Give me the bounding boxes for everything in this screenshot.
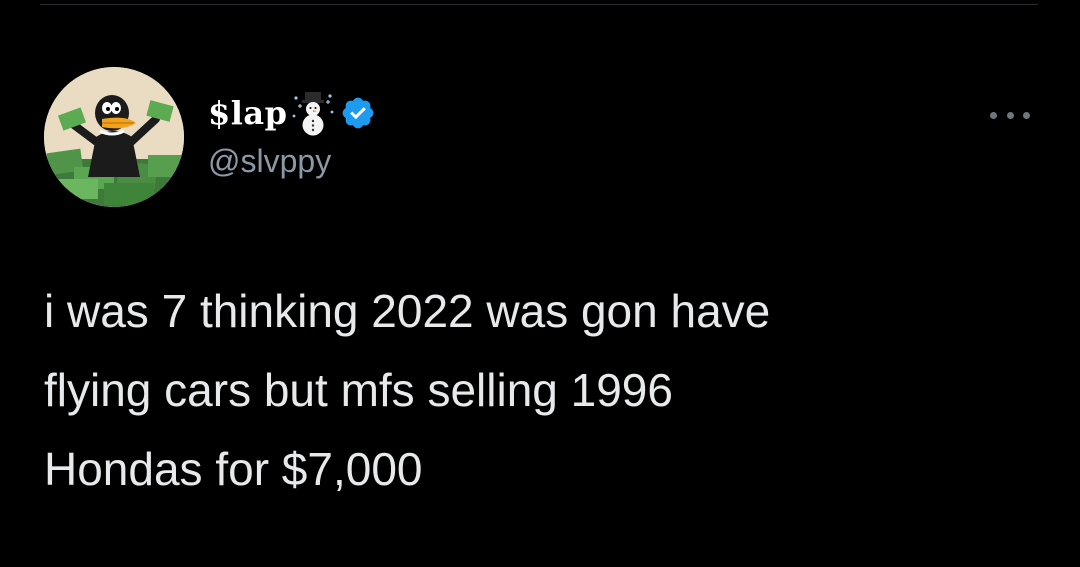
tweet-text: i was 7 thinking 2022 was gon have flyin…	[44, 272, 1024, 509]
snowman-icon	[292, 92, 333, 136]
tweet: $lap @slvppy i was 7 thinking 2022 was g…	[0, 0, 1080, 567]
more-options-dot	[990, 111, 997, 119]
avatar[interactable]	[44, 67, 184, 207]
author-name-row[interactable]: $lap	[208, 91, 376, 136]
tweet-text-line: Hondas for $7,000	[44, 443, 423, 495]
display-name[interactable]: $lap	[208, 94, 288, 132]
daffy-duck-money-avatar	[44, 67, 184, 207]
more-options-button[interactable]	[988, 100, 1032, 130]
more-options-dot	[1006, 111, 1014, 119]
tweet-text-line: flying cars but mfs selling 1996	[44, 364, 673, 416]
tweet-text-line: i was 7 thinking 2022 was gon have	[44, 285, 771, 337]
author-handle[interactable]: @slvppy	[208, 143, 331, 180]
verified-badge-icon[interactable]	[340, 95, 376, 131]
more-options-dot	[1023, 111, 1030, 119]
